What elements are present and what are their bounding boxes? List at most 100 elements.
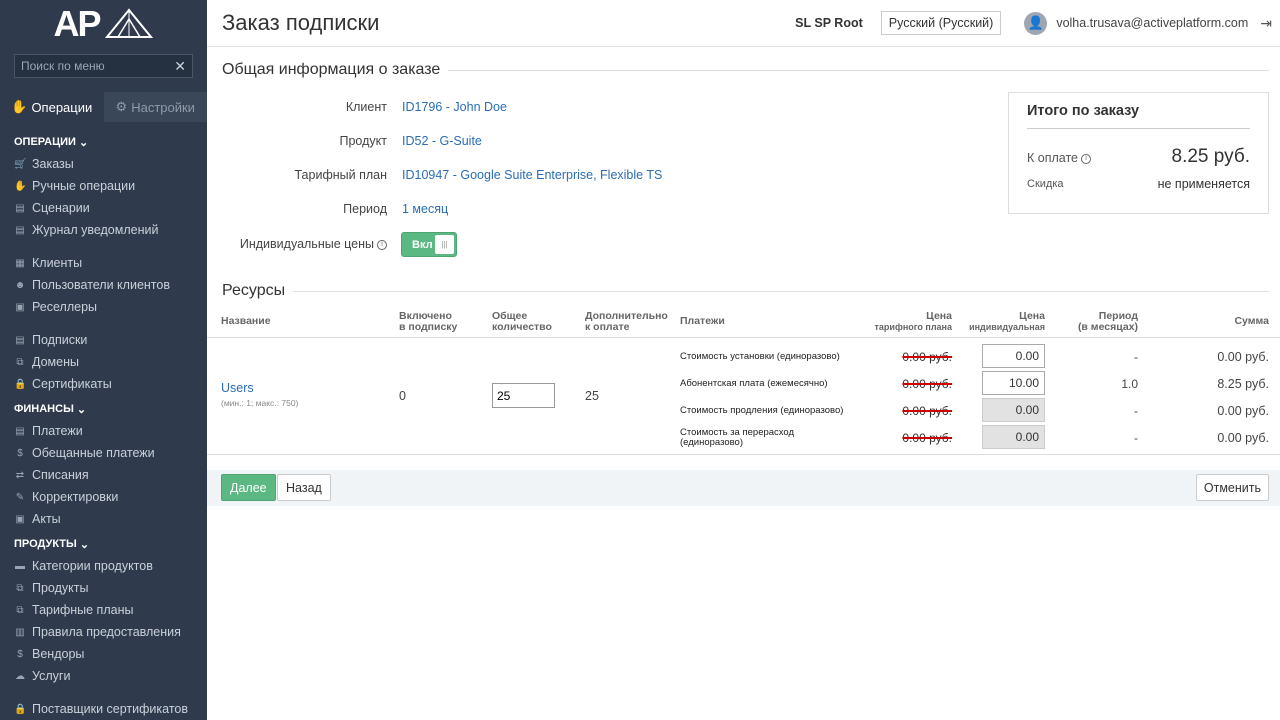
users-icon: ☻ xyxy=(14,279,26,291)
included-value: 0 xyxy=(399,389,406,403)
logo[interactable]: AP xyxy=(0,0,207,48)
sidebar-item-label: Вендоры xyxy=(32,647,85,661)
col-included-2: в подписку xyxy=(399,321,458,333)
list-icon: ▤ xyxy=(15,425,25,437)
product-link[interactable]: ID52 - G-Suite xyxy=(402,134,482,148)
period-link[interactable]: 1 месяц xyxy=(402,202,448,216)
summary-divider xyxy=(1027,128,1250,129)
sidebar-item-orders[interactable]: 🛒 Заказы xyxy=(0,153,207,175)
col-payments: Платежи xyxy=(680,315,725,327)
building-icon: ▦ xyxy=(15,257,25,269)
sidebar-item-notif-log[interactable]: ▤ Журнал уведомлений xyxy=(0,219,207,241)
sidebar-item-domains[interactable]: ⧉ Домены xyxy=(0,351,207,373)
info-icon[interactable]: i xyxy=(377,239,387,250)
sidebar-item-label: Акты xyxy=(32,512,61,526)
order-summary: Итого по заказу К оплате i 8.25 руб. Скид… xyxy=(1008,92,1269,214)
sidebar-item-products[interactable]: ⧉ Продукты xyxy=(0,577,207,599)
next-button[interactable]: Далее xyxy=(221,474,276,501)
tab-operations[interactable]: ✋ Операции xyxy=(0,92,104,122)
top-bar: Заказ подписки SL SP Root Русский (Русск… xyxy=(207,0,1280,47)
tab-settings[interactable]: ⚙ Настройки xyxy=(103,92,207,122)
section-finance[interactable]: ФИНАНСЫ ⌄ xyxy=(0,398,207,420)
col-period-2: (в месяцах) xyxy=(1077,321,1138,333)
user-email[interactable]: volha.trusava@activeplatform.com xyxy=(1056,16,1248,30)
individual-prices-toggle[interactable]: Вкл ||| xyxy=(401,232,457,257)
client-link[interactable]: ID1796 - John Doe xyxy=(402,100,507,114)
sidebar: AP ✕ ✋ Операции ⚙ Настройки ОПЕРАЦИИ⌄ 🛒З… xyxy=(0,0,207,720)
sidebar-item-provision-rules[interactable]: ▥ Правила предоставления xyxy=(0,621,207,643)
col-plan-price-2: тарифного плана xyxy=(874,322,952,332)
ind-price-overage-input xyxy=(982,425,1045,449)
tags-icon: ▬ xyxy=(15,560,25,572)
sidebar-item-certificates[interactable]: 🔒 Сертификаты xyxy=(0,373,207,395)
pencil-icon: ✎ xyxy=(15,491,25,503)
section-operations[interactable]: ОПЕРАЦИИ ⌄ xyxy=(0,131,207,153)
sidebar-item-label: Тарифные планы xyxy=(32,603,134,617)
sidebar-item-client-users[interactable]: ☻ Пользователи клиентов xyxy=(0,274,207,296)
info-icon[interactable]: i xyxy=(1080,153,1091,164)
resources-section-title-text: Ресурсы xyxy=(222,282,286,299)
chevron-down-icon: ⌄ xyxy=(79,538,90,551)
sidebar-item-services[interactable]: ☁ Услуги xyxy=(0,665,207,687)
toggle-label: Вкл xyxy=(412,238,433,251)
product-label: Продукт xyxy=(339,134,388,148)
sidebar-item-resellers[interactable]: ▣ Реселлеры xyxy=(0,296,207,318)
sidebar-item-label: Списания xyxy=(32,468,89,482)
page-title: Заказ подписки xyxy=(222,10,380,35)
col-total-2: количество xyxy=(492,321,552,333)
sum-setup: 0.00 руб. xyxy=(1217,350,1269,364)
extra-value: 25 xyxy=(585,389,599,403)
language-select[interactable]: Русский (Русский) xyxy=(880,11,1002,35)
sidebar-item-writeoffs[interactable]: ⇄ Списания xyxy=(0,464,207,486)
sidebar-item-acts[interactable]: ▣ Акты xyxy=(0,508,207,530)
chevron-down-icon: ⌄ xyxy=(76,403,87,416)
sidebar-item-cert-providers[interactable]: 🔒 Поставщики сертификатов xyxy=(0,698,207,720)
back-button[interactable]: Назад xyxy=(277,474,331,501)
sidebar-item-label: Обещанные платежи xyxy=(32,446,155,460)
logout-icon[interactable]: ⇥ xyxy=(1260,15,1272,32)
account-name[interactable]: SL SP Root xyxy=(795,16,863,30)
general-section-title-text: Общая информация о заказе xyxy=(222,61,441,78)
sidebar-item-label: Сценарии xyxy=(32,201,90,215)
cancel-button[interactable]: Отменить xyxy=(1195,474,1269,501)
sidebar-item-tariff-plans[interactable]: ⧉ Тарифные планы xyxy=(0,599,207,621)
sidebar-item-manual-ops[interactable]: ✋ Ручные операции xyxy=(0,175,207,197)
clone-icon: ⧉ xyxy=(16,582,24,594)
sidebar-item-payments[interactable]: ▤ Платежи xyxy=(0,420,207,442)
sidebar-item-label: Журнал уведомлений xyxy=(32,223,159,237)
summary-title: Итого по заказу xyxy=(1027,103,1140,119)
clear-search-icon[interactable]: ✕ xyxy=(174,58,186,75)
plan-link[interactable]: ID10947 - Google Suite Enterprise, Flexi… xyxy=(402,168,662,182)
sidebar-item-scenarios[interactable]: ▤ Сценарии xyxy=(0,197,207,219)
payment-overage-label-2: (единоразово) xyxy=(680,437,743,448)
sidebar-item-label: Подписки xyxy=(32,333,88,347)
menu-search-input[interactable] xyxy=(21,59,171,73)
section-products[interactable]: ПРОДУКТЫ ⌄ xyxy=(0,533,207,555)
resource-limits: (мин.: 1; макс.: 750) xyxy=(221,398,299,408)
user-avatar-icon[interactable]: 👤 xyxy=(1024,11,1048,35)
sidebar-item-vendors[interactable]: $ Вендоры xyxy=(0,643,207,665)
sidebar-item-label: Клиенты xyxy=(32,256,83,270)
sidebar-item-clients[interactable]: ▦ Клиенты xyxy=(0,252,207,274)
col-extra: Дополнительно к оплате xyxy=(585,311,668,333)
table-bottom-divider xyxy=(207,454,1280,455)
plan-price-setup: 0.00 руб. xyxy=(902,350,952,364)
ind-price-setup-input[interactable] xyxy=(982,344,1045,368)
sidebar-item-product-categories[interactable]: ▬ Категории продуктов xyxy=(0,555,207,577)
period-renewal: - xyxy=(1134,404,1138,418)
main-content: Общая информация о заказе Клиент ID1796 … xyxy=(207,47,1280,720)
ind-price-monthly-input[interactable] xyxy=(982,371,1045,395)
sidebar-item-subscriptions[interactable]: ▤ Подписки xyxy=(0,329,207,351)
sidebar-item-promised-payments[interactable]: $ Обещанные платежи xyxy=(0,442,207,464)
quantity-input[interactable] xyxy=(492,383,555,408)
chevron-down-icon: ⌄ xyxy=(78,136,89,149)
resource-name-link[interactable]: Users xyxy=(221,381,254,395)
ind-price-renewal-input xyxy=(982,398,1045,422)
book-icon: ▥ xyxy=(15,626,25,638)
pay-label-text: К оплате xyxy=(1027,151,1078,165)
sidebar-item-adjustments[interactable]: ✎ Корректировки xyxy=(0,486,207,508)
sum-monthly: 8.25 руб. xyxy=(1217,377,1269,391)
period-label: Период xyxy=(343,202,387,216)
discount-label: Скидка xyxy=(1027,178,1064,190)
cart-icon: 🛒 xyxy=(14,158,27,170)
